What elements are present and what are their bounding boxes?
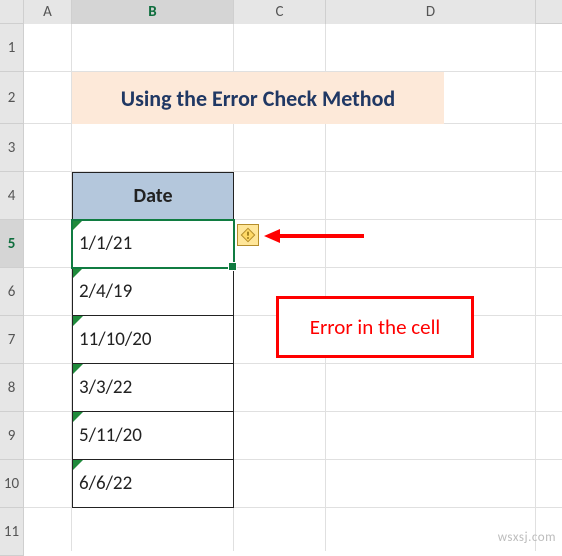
column-header-row: A B C D bbox=[0, 0, 562, 24]
data-cell-b8[interactable]: 3/3/22 bbox=[72, 364, 234, 412]
select-all-corner[interactable] bbox=[0, 0, 24, 24]
row-header-1[interactable]: 1 bbox=[0, 24, 24, 72]
error-triangle-icon bbox=[73, 316, 83, 326]
col-header-a[interactable]: A bbox=[24, 0, 72, 24]
row-header-column: 1 2 3 4 5 6 7 8 9 10 11 bbox=[0, 24, 24, 556]
row-header-4[interactable]: 4 bbox=[0, 172, 24, 220]
error-triangle-icon bbox=[73, 412, 83, 422]
cell-value: 6/6/22 bbox=[79, 472, 132, 495]
row-header-11[interactable]: 11 bbox=[0, 508, 24, 556]
cell-value: 5/11/20 bbox=[79, 424, 142, 447]
data-cell-b7[interactable]: 11/10/20 bbox=[72, 316, 234, 364]
cell-value: 3/3/22 bbox=[79, 376, 132, 399]
title-banner: Using the Error Check Method bbox=[72, 72, 444, 124]
data-cell-b5[interactable]: 1/1/21 bbox=[72, 220, 234, 268]
table-header-date[interactable]: Date bbox=[72, 172, 234, 220]
col-header-b[interactable]: B bbox=[72, 0, 234, 24]
row-header-8[interactable]: 8 bbox=[0, 364, 24, 412]
callout-box: Error in the cell bbox=[276, 296, 474, 358]
cell-value: 1/1/21 bbox=[79, 232, 132, 255]
error-triangle-icon bbox=[73, 220, 83, 230]
data-cell-b9[interactable]: 5/11/20 bbox=[72, 412, 234, 460]
error-triangle-icon bbox=[73, 460, 83, 470]
arrow-icon bbox=[264, 229, 364, 243]
data-cell-b10[interactable]: 6/6/22 bbox=[72, 460, 234, 508]
spreadsheet-grid: A B C D 1 2 3 4 5 6 7 8 9 10 11 Us bbox=[0, 0, 562, 551]
cell-value: 11/10/20 bbox=[79, 328, 151, 351]
row-header-3[interactable]: 3 bbox=[0, 124, 24, 172]
error-check-button[interactable] bbox=[237, 224, 259, 246]
row-header-10[interactable]: 10 bbox=[0, 460, 24, 508]
error-triangle-icon bbox=[73, 364, 83, 374]
row-header-9[interactable]: 9 bbox=[0, 412, 24, 460]
col-header-c[interactable]: C bbox=[234, 0, 326, 24]
cell-area[interactable]: Using the Error Check Method Date 1/1/21… bbox=[24, 24, 562, 551]
row-header-2[interactable]: 2 bbox=[0, 72, 24, 124]
col-header-d[interactable]: D bbox=[326, 0, 536, 24]
error-triangle-icon bbox=[73, 268, 83, 278]
warning-icon bbox=[240, 227, 256, 243]
cell-value: 2/4/19 bbox=[79, 280, 132, 303]
row-header-7[interactable]: 7 bbox=[0, 316, 24, 364]
data-cell-b6[interactable]: 2/4/19 bbox=[72, 268, 234, 316]
row-header-6[interactable]: 6 bbox=[0, 268, 24, 316]
row-header-5[interactable]: 5 bbox=[0, 220, 24, 268]
watermark: wsxsj.com bbox=[498, 530, 556, 545]
